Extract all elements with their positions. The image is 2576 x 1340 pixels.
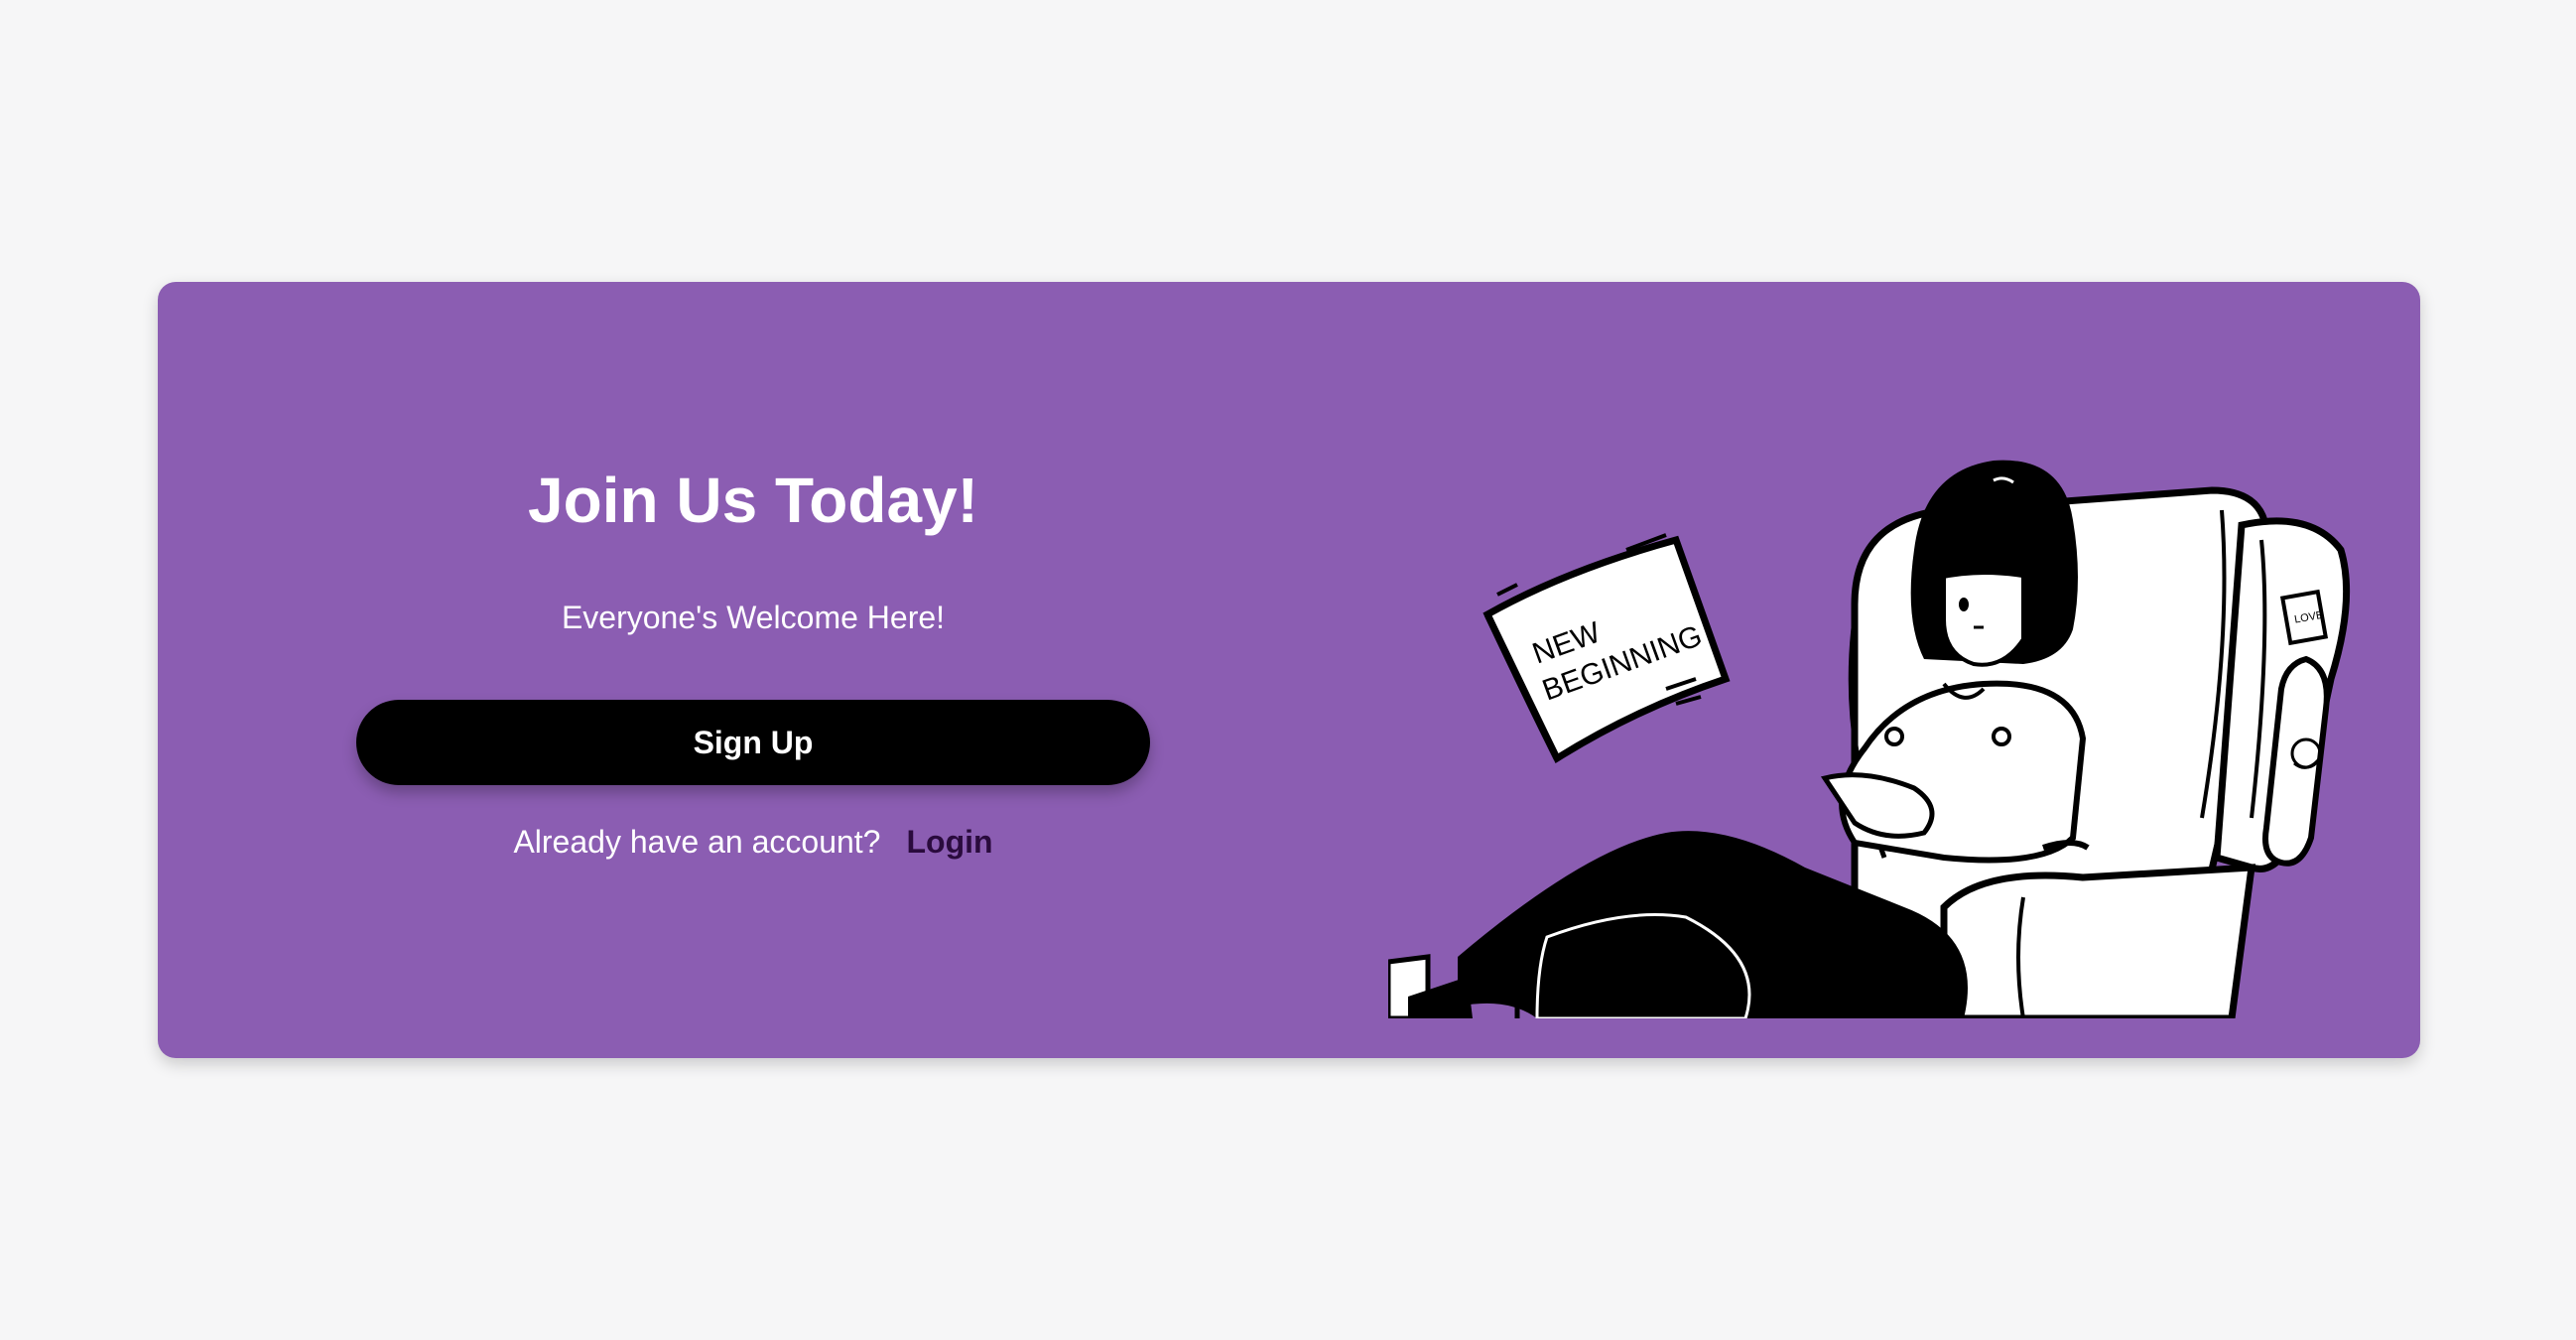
reading-girl-illustration: LOVE NEW BEGINNING — [1388, 460, 2351, 1018]
page-title: Join Us Today! — [528, 465, 978, 536]
sign-up-button[interactable]: Sign Up — [356, 700, 1150, 785]
login-prompt: Already have an account? Login — [356, 822, 1150, 862]
signup-card: Join Us Today! Everyone's Welcome Here! … — [158, 282, 2420, 1058]
login-link[interactable]: Login — [906, 824, 992, 860]
login-prompt-text: Already have an account? — [513, 824, 881, 860]
signup-panel: Join Us Today! Everyone's Welcome Here! … — [158, 282, 1349, 1058]
page-subtitle: Everyone's Welcome Here! — [561, 600, 946, 635]
